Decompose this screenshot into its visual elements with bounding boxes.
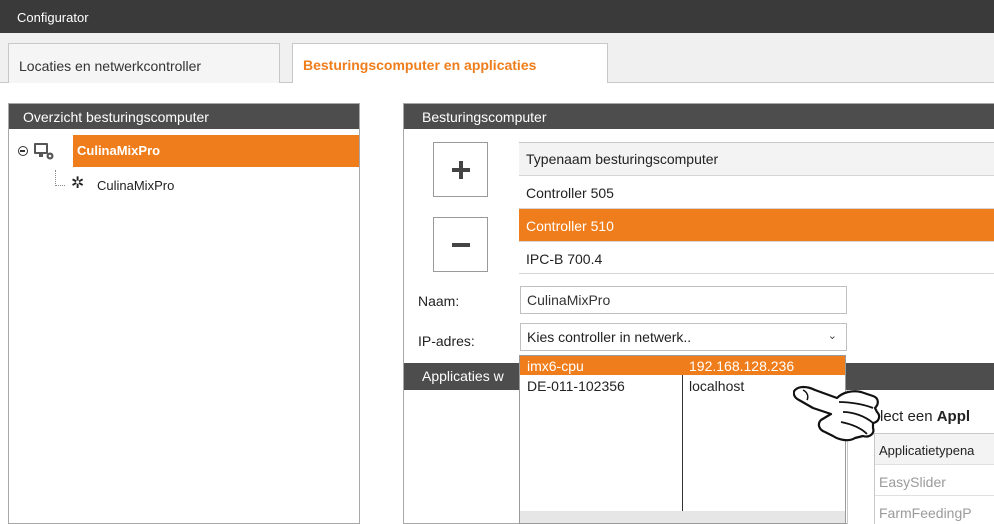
naam-label: Naam:: [418, 293, 460, 309]
option-name: imx6-cpu: [527, 358, 584, 374]
ip-select-value: Kies controller in netwerk..: [527, 329, 692, 345]
controller-type-table: Typenaam besturingscomputer Controller 5…: [519, 142, 994, 274]
chevron-down-icon[interactable]: ⌄: [828, 329, 837, 342]
application-select-title-bold: Appl: [936, 408, 971, 425]
tab-locaties[interactable]: Locaties en netwerkcontroller: [8, 43, 280, 83]
collapse-icon[interactable]: [18, 146, 28, 156]
table-row[interactable]: Controller 505: [519, 175, 994, 208]
overview-panel: Overzicht besturingscomputer CulinaMixPr…: [8, 103, 360, 524]
application-row[interactable]: FarmFeedingP: [875, 496, 994, 524]
window-title: Configurator: [0, 0, 994, 33]
option-address: 192.168.128.236: [689, 358, 795, 374]
tree-connector: [55, 170, 65, 186]
controller-panel-header: Besturingscomputer: [404, 104, 994, 129]
application-row[interactable]: EasySlider: [875, 465, 994, 496]
tree-node-root-label[interactable]: CulinaMixPro: [73, 135, 359, 167]
minus-icon: [451, 242, 470, 247]
application-select-title-prefix: lect een: [880, 408, 937, 425]
dropdown-option-highlighted[interactable]: imx6-cpu 192.168.128.236: [520, 356, 845, 375]
dropdown-scrollbar[interactable]: [520, 511, 845, 523]
option-address: localhost: [689, 378, 745, 394]
tree-node-root[interactable]: CulinaMixPro: [15, 135, 359, 167]
remove-controller-button[interactable]: [433, 217, 488, 272]
naam-input[interactable]: CulinaMixPro: [520, 286, 847, 314]
gear-icon: ✲: [71, 175, 85, 192]
tab-bar: Locaties en netwerkcontroller Besturings…: [0, 33, 994, 84]
overview-panel-header: Overzicht besturingscomputer: [9, 104, 359, 129]
ip-address-select[interactable]: Kies controller in netwerk.. ⌄: [520, 323, 847, 351]
application-table-header: Applicatietypena: [875, 434, 994, 465]
tab-besturingscomputer[interactable]: Besturingscomputer en applicaties: [292, 43, 608, 84]
pointing-hand-icon: [792, 378, 881, 447]
tree-node-child-label[interactable]: CulinaMixPro: [97, 178, 174, 193]
plus-icon: [451, 160, 470, 179]
ip-label: IP-adres:: [418, 333, 475, 349]
application-type-table: Applicatietypena EasySlider FarmFeedingP: [874, 433, 994, 524]
table-header: Typenaam besturingscomputer: [519, 142, 994, 175]
computer-settings-icon: [33, 141, 55, 164]
add-controller-button[interactable]: [433, 142, 488, 197]
option-name: DE-011-102356: [527, 378, 625, 394]
tree-node-child[interactable]: ✲ CulinaMixPro: [15, 170, 315, 196]
table-row-selected[interactable]: Controller 510: [519, 208, 994, 241]
table-row[interactable]: IPC-B 700.4: [519, 241, 994, 274]
application-select-title: lect een Appl: [880, 408, 970, 425]
